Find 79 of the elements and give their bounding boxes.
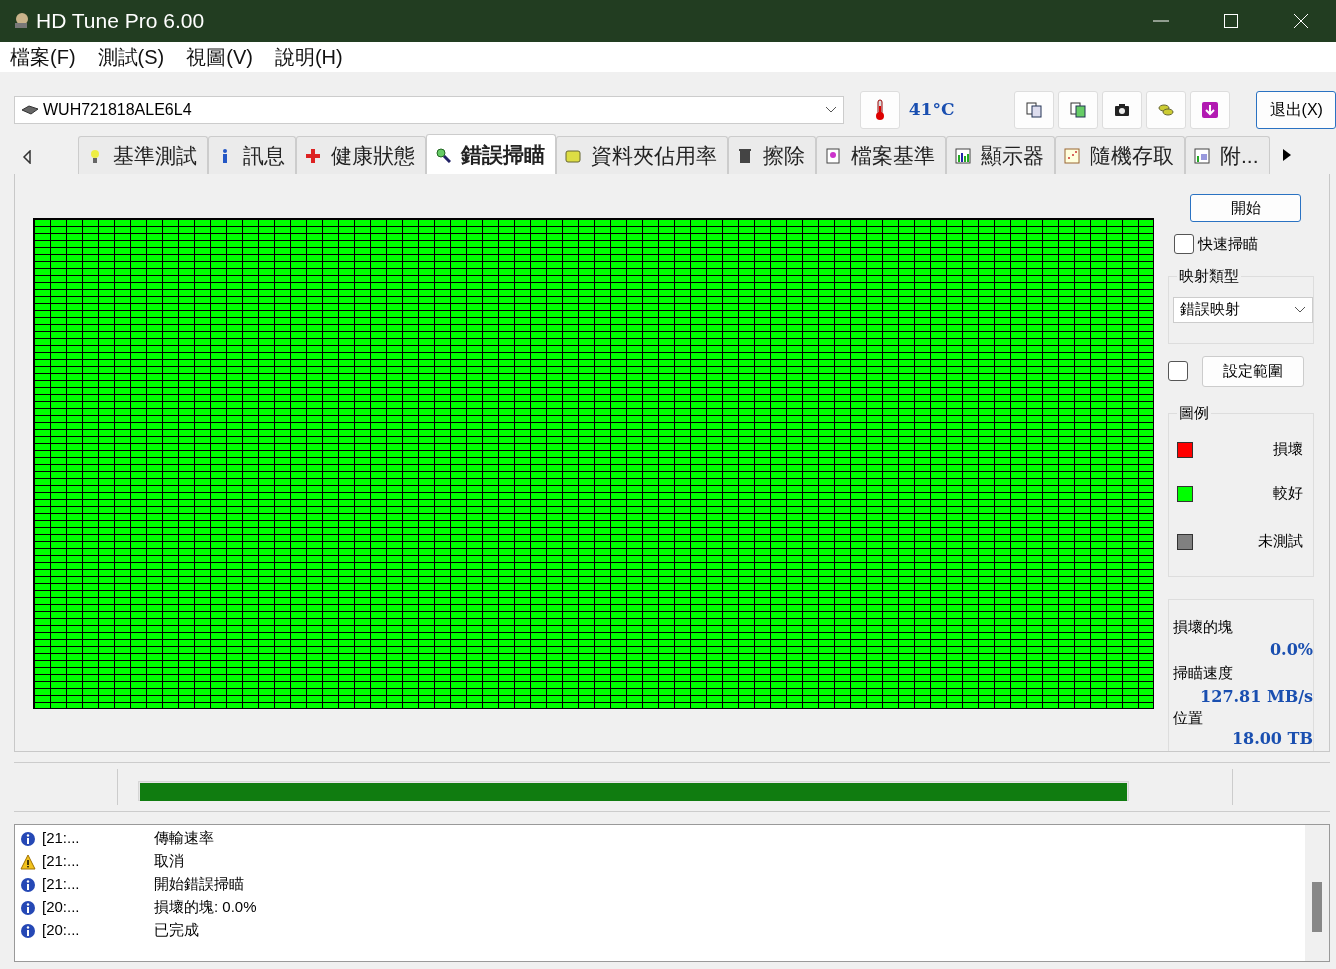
chevron-down-icon (825, 106, 837, 114)
stat-label: 位置 (1173, 707, 1204, 728)
cross-icon (305, 147, 321, 164)
stat-label: 損壞的塊 (1173, 616, 1234, 637)
set-range-button[interactable]: 設定範圍 (1202, 355, 1304, 387)
tab[interactable]: 錯誤掃瞄 (426, 134, 556, 174)
log-message: 開始錯誤掃瞄 (154, 874, 244, 895)
scatter-icon (1064, 147, 1080, 164)
tab[interactable]: 基準測試 (78, 136, 208, 174)
checkbox-label: 快速掃瞄 (1198, 234, 1258, 254)
menu-item[interactable]: 說明(H) (264, 42, 355, 72)
temperature-reading: 41°C (908, 98, 955, 122)
tab[interactable]: 擦除 (728, 136, 816, 174)
stat-value: 0.0% (1268, 639, 1313, 661)
tab[interactable]: 健康狀態 (296, 136, 426, 174)
tab[interactable]: 隨機存取 (1055, 136, 1185, 174)
legend-label: 未測試 (1258, 531, 1303, 552)
trash-icon (737, 147, 753, 164)
checkbox[interactable] (1168, 361, 1188, 381)
checkbox[interactable] (1174, 234, 1194, 255)
info-icon (20, 922, 36, 939)
legend-label: 較好 (1273, 483, 1303, 504)
scrollbar-thumb[interactable] (1312, 882, 1322, 932)
window-title: HD Tune Pro 6.00 (36, 8, 205, 35)
info-icon (20, 830, 36, 847)
log-message: 已完成 (154, 920, 199, 941)
chart-icon (955, 147, 971, 164)
tab[interactable]: 附... (1185, 136, 1270, 174)
maximize-icon (1221, 13, 1241, 29)
drive-select[interactable]: WUH721818ALE6L4 (14, 96, 844, 124)
log-time: [21:... (42, 851, 81, 872)
stat-value: 18.00 TB (1230, 728, 1313, 750)
chevron-down-icon (1294, 305, 1306, 314)
thermometer-button[interactable] (860, 91, 900, 129)
copy-icon (1070, 102, 1087, 118)
map-type-select[interactable]: 錯誤映射 (1173, 296, 1313, 323)
log-time: [20:... (42, 920, 81, 941)
menu-item[interactable]: 視圖(V) (176, 42, 265, 72)
document-icon (825, 147, 841, 164)
warning-icon (20, 853, 36, 870)
start-button[interactable]: 開始 (1190, 194, 1301, 222)
drive-icon (21, 105, 39, 115)
menu-item[interactable]: 測試(S) (87, 42, 177, 72)
scroll-left-icon (22, 150, 32, 164)
minimize-icon (1153, 20, 1169, 22)
select-value: 錯誤映射 (1180, 299, 1240, 320)
info-icon (20, 876, 36, 893)
exit-button[interactable]: 退出(X) (1256, 91, 1336, 129)
save-button[interactable] (1190, 91, 1231, 129)
menu-item[interactable]: 檔案(F) (0, 42, 88, 72)
scrollbar[interactable] (1305, 825, 1329, 961)
info-icon (20, 899, 36, 916)
folder-icon (565, 147, 581, 164)
log-time: [21:... (42, 874, 81, 895)
tab[interactable]: 資料夾佔用率 (556, 136, 728, 174)
camera-icon (1114, 102, 1131, 118)
tab[interactable]: 檔案基準 (816, 136, 946, 174)
stat-value: 127.81 MB/s (1199, 685, 1313, 708)
scroll-right-icon (1281, 148, 1292, 162)
drive-name: WUH721818ALE6L4 (43, 100, 193, 120)
download-arrow-icon (1202, 102, 1219, 118)
copy-icon (1026, 102, 1043, 118)
copy-button[interactable] (1014, 91, 1055, 129)
log-time: [21:... (42, 828, 81, 849)
log-message: 損壞的塊: 0.0% (154, 897, 257, 918)
copy-button[interactable] (1058, 91, 1099, 129)
log-message: 取消 (154, 851, 184, 872)
coins-icon (1158, 102, 1175, 118)
magnifier-icon (435, 146, 451, 163)
legend-label: 損壞 (1273, 439, 1303, 460)
thermometer-icon (874, 99, 885, 121)
tab[interactable]: 訊息 (208, 136, 296, 174)
close-icon (1291, 13, 1311, 29)
log-time: [20:... (42, 897, 81, 918)
tab[interactable]: 顯示器 (946, 136, 1055, 174)
chart-icon (1194, 147, 1210, 164)
screenshot-button[interactable] (1102, 91, 1143, 129)
stat-label: 掃瞄速度 (1173, 663, 1234, 683)
log-message: 傳輸速率 (154, 828, 214, 849)
